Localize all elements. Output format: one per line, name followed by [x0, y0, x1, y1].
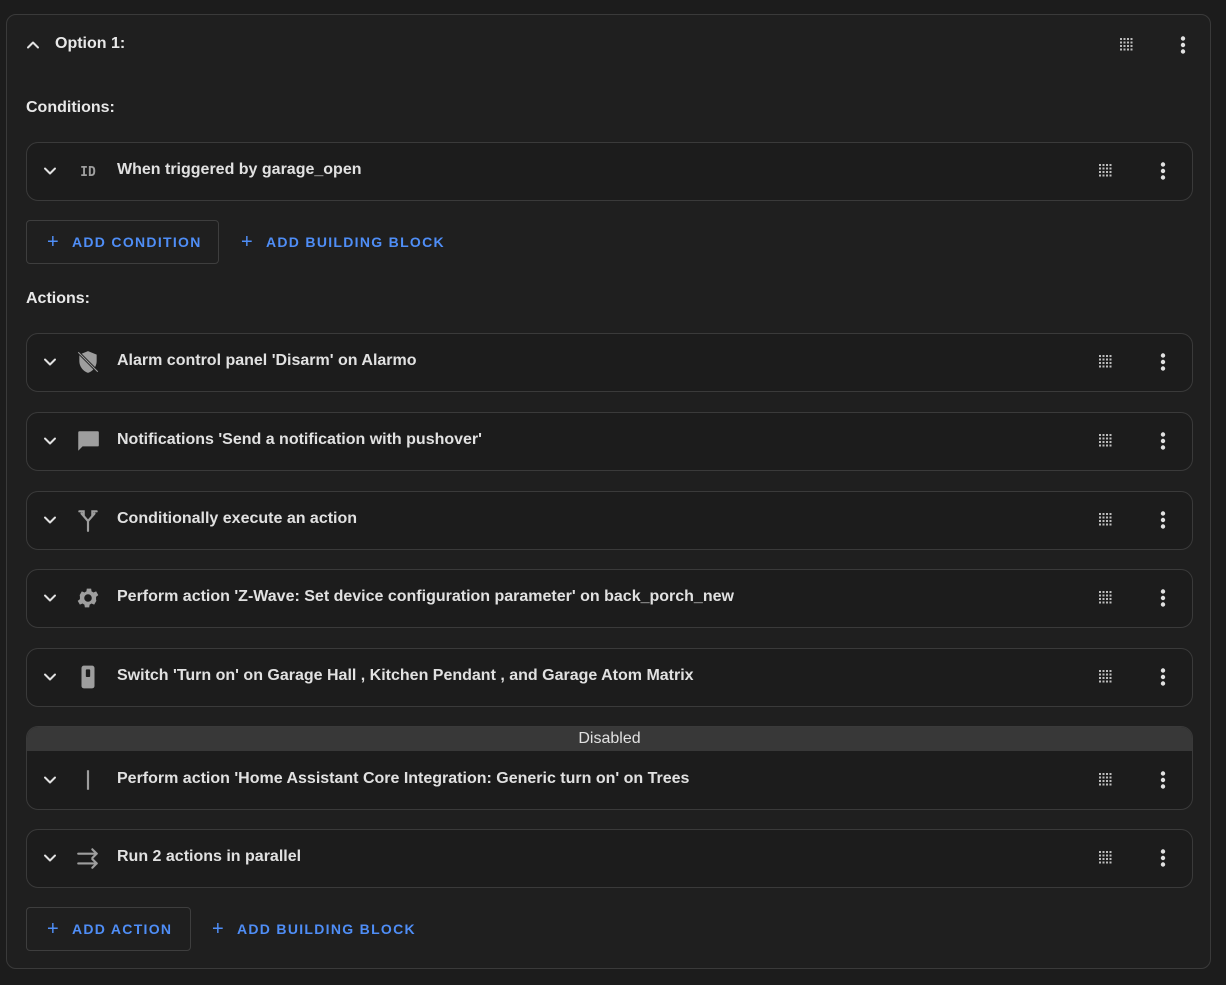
chevron-up-icon[interactable]	[23, 35, 43, 55]
more-menu-icon[interactable]	[1153, 667, 1173, 687]
message-icon	[75, 428, 101, 454]
id-icon: ID	[75, 158, 101, 184]
conditions-label: Conditions:	[26, 99, 115, 116]
option-title: Option 1:	[55, 35, 126, 52]
drag-handle-icon[interactable]	[1095, 352, 1115, 372]
more-menu-icon[interactable]	[1153, 431, 1173, 451]
more-menu-icon[interactable]	[1153, 848, 1173, 868]
chevron-down-icon[interactable]	[40, 161, 60, 181]
chevron-down-icon[interactable]	[40, 431, 60, 451]
plus-icon: +	[47, 918, 60, 940]
svg-text:ID: ID	[80, 165, 96, 180]
more-menu-icon[interactable]	[1153, 588, 1173, 608]
drag-handle-icon[interactable]	[1095, 667, 1115, 687]
add-action-button[interactable]: + ADD ACTION	[26, 907, 191, 951]
action-label: Run 2 actions in parallel	[117, 848, 302, 865]
chevron-down-icon[interactable]	[40, 352, 60, 372]
plus-icon: +	[241, 231, 254, 253]
more-menu-icon[interactable]	[1153, 352, 1173, 372]
more-menu-icon[interactable]	[1173, 35, 1193, 55]
drag-handle-icon[interactable]	[1095, 510, 1115, 530]
more-menu-icon[interactable]	[1153, 510, 1173, 530]
condition-row[interactable]: ID When triggered by garage_open	[26, 142, 1193, 201]
parallel-arrows-icon	[75, 845, 101, 871]
drag-handle-icon[interactable]	[1095, 848, 1115, 868]
more-menu-icon[interactable]	[1153, 770, 1173, 790]
action-row[interactable]: Notifications 'Send a notification with …	[26, 412, 1193, 471]
drag-handle-icon[interactable]	[1095, 431, 1115, 451]
drag-handle-icon[interactable]	[1095, 588, 1115, 608]
action-row[interactable]: Conditionally execute an action	[26, 491, 1193, 550]
plus-icon: +	[47, 231, 60, 253]
chevron-down-icon[interactable]	[40, 588, 60, 608]
chevron-down-icon[interactable]	[40, 667, 60, 687]
option-panel: Option 1: Conditions: ID When triggered …	[6, 14, 1211, 969]
disabled-banner: Disabled	[27, 727, 1192, 751]
action-label: Conditionally execute an action	[117, 510, 358, 527]
action-row[interactable]: Switch 'Turn on' on Garage Hall , Kitche…	[26, 648, 1193, 707]
light-switch-icon	[75, 664, 101, 690]
action-label: Perform action 'Z-Wave: Set device confi…	[117, 588, 734, 605]
chevron-down-icon[interactable]	[40, 770, 60, 790]
chevron-down-icon[interactable]	[40, 510, 60, 530]
action-row[interactable]: Alarm control panel 'Disarm' on Alarmo	[26, 333, 1193, 392]
drag-handle-icon[interactable]	[1095, 161, 1115, 181]
add-building-block-button[interactable]: + ADD BUILDING BLOCK	[212, 907, 416, 951]
action-label: Perform action 'Home Assistant Core Inte…	[117, 770, 690, 787]
chevron-down-icon[interactable]	[40, 848, 60, 868]
action-label: Notifications 'Send a notification with …	[117, 431, 482, 448]
shield-off-icon	[75, 349, 101, 375]
actions-label: Actions:	[26, 290, 90, 307]
bar-icon	[75, 767, 101, 793]
more-menu-icon[interactable]	[1153, 161, 1173, 181]
plus-icon: +	[212, 918, 225, 940]
add-building-block-button[interactable]: + ADD BUILDING BLOCK	[241, 220, 445, 264]
gear-icon	[75, 585, 101, 611]
call-split-icon	[75, 507, 101, 533]
action-label: Alarm control panel 'Disarm' on Alarmo	[117, 352, 417, 369]
action-label: Switch 'Turn on' on Garage Hall , Kitche…	[117, 667, 694, 684]
action-row[interactable]: Perform action 'Z-Wave: Set device confi…	[26, 569, 1193, 628]
action-row[interactable]: Run 2 actions in parallel	[26, 829, 1193, 888]
option-header[interactable]: Option 1:	[7, 15, 1210, 75]
drag-handle-icon[interactable]	[1116, 35, 1136, 55]
condition-label: When triggered by garage_open	[117, 161, 362, 178]
drag-handle-icon[interactable]	[1095, 770, 1115, 790]
add-condition-button[interactable]: + ADD CONDITION	[26, 220, 219, 264]
action-row-disabled[interactable]: Disabled Perform action 'Home Assistant …	[26, 726, 1193, 810]
